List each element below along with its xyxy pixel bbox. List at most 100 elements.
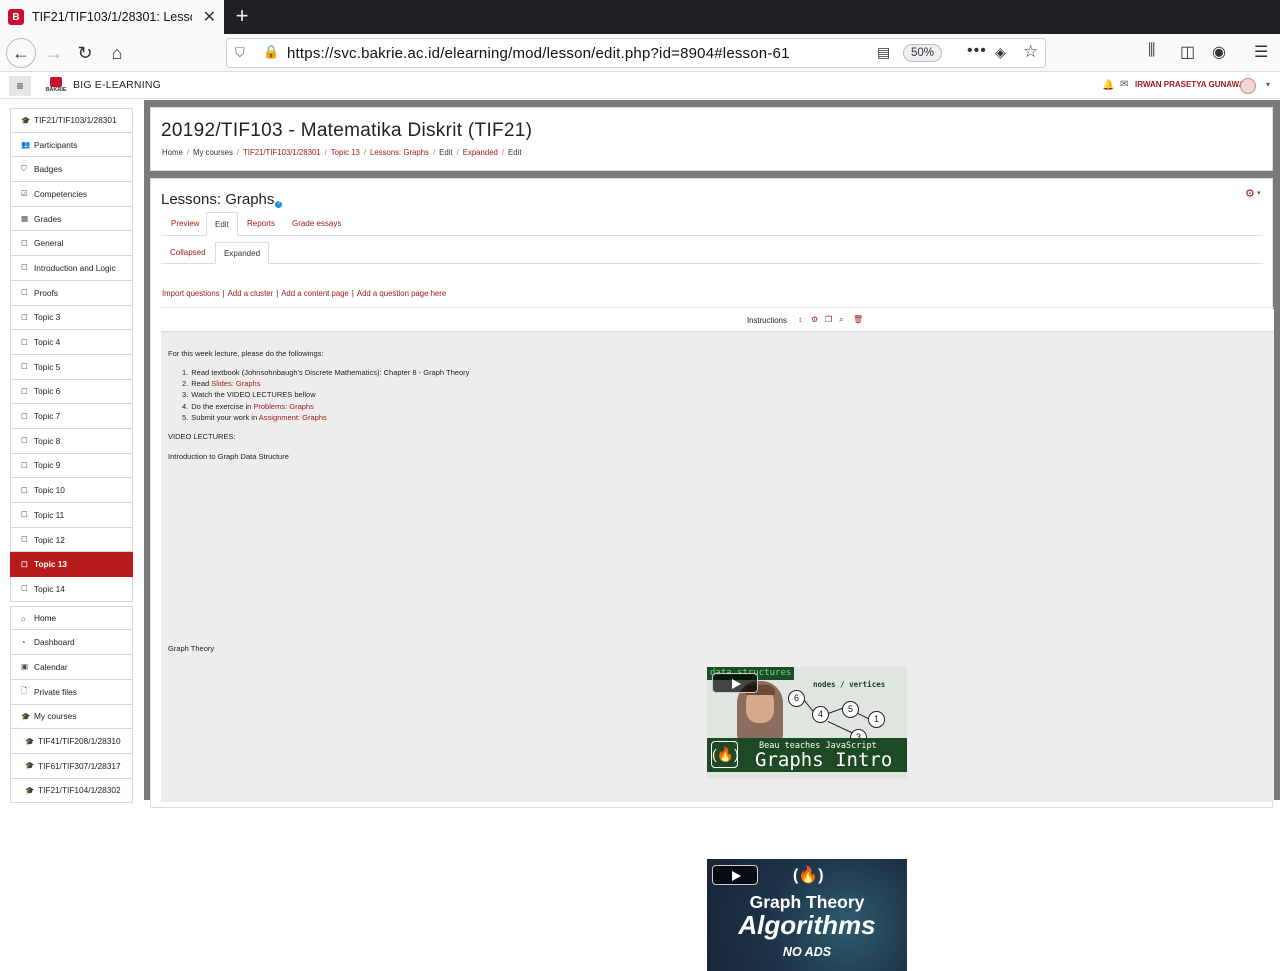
tab-grade-essays[interactable]: Grade essays — [284, 212, 349, 236]
lesson-card: Lessons: Graphs? ⚙ ▾ Preview Edit Report… — [150, 178, 1274, 971]
zoom-indicator[interactable]: 50% — [903, 44, 943, 62]
sidebar-item[interactable]: ☐ Topic 9 — [10, 453, 133, 479]
breadcrumb-item[interactable]: Edit — [508, 148, 521, 157]
forward-button[interactable]: → — [40, 39, 68, 67]
sidebar-item[interactable]: ☐ Introduction and Logic — [10, 256, 133, 281]
sidebar-item[interactable]: 🎓 TIF21/TIF103/1/28301 — [10, 108, 133, 133]
messages-icon[interactable]: ✉ — [1120, 79, 1128, 90]
sidebar-item[interactable]: ☐ Topic 3 — [10, 305, 133, 331]
sidebar-item[interactable]: ◔ Dashboard — [10, 630, 133, 656]
sidebar-item[interactable]: ☐ Topic 10 — [10, 478, 133, 503]
sidebar-item[interactable]: ☐ Topic 6 — [10, 379, 133, 405]
play-icon[interactable] — [712, 673, 758, 693]
add-content-page-link[interactable]: Add a content page — [281, 289, 349, 298]
sidebar-item[interactable]: 👥 Participants — [10, 132, 133, 158]
sidebar-item-label: Topic 4 — [34, 337, 61, 348]
sidebar-item[interactable]: ☐ Topic 7 — [10, 404, 133, 429]
sidebar-item-label: Topic 3 — [34, 312, 61, 323]
breadcrumb-item[interactable]: Home — [162, 148, 183, 157]
new-tab-icon[interactable]: + — [230, 4, 254, 28]
breadcrumb-item[interactable]: Lessons: Graphs — [370, 148, 429, 157]
sidebar-item[interactable]: ☐ Topic 12 — [10, 527, 133, 553]
sidebar-item[interactable]: ⌂ Home — [10, 605, 133, 631]
tab-edit[interactable]: Edit — [206, 212, 238, 236]
settings-icon[interactable]: ⚙ — [811, 315, 818, 324]
sidebar-item[interactable]: ☐ General — [10, 231, 133, 257]
sidebar-item[interactable]: 🗋 Private files — [10, 679, 133, 705]
sidebar-toggle-icon[interactable]: ◫ — [1180, 42, 1195, 62]
duplicate-icon[interactable]: ❐ — [825, 315, 832, 324]
account-icon[interactable]: ◉ — [1212, 42, 1226, 62]
delete-icon[interactable]: 🗑 — [853, 315, 863, 324]
notifications-icon[interactable]: 🔔 — [1102, 80, 1114, 91]
sidebar-item[interactable]: ☐ Topic 8 — [10, 428, 133, 454]
sidebar-item-label: Topic 8 — [34, 435, 61, 446]
breadcrumb-item[interactable]: TIF21/TIF103/1/28301 — [243, 148, 321, 157]
gear-icon[interactable]: ⚙ — [1245, 187, 1255, 200]
url-bar[interactable]: ⛉ 🔒 https://svc.bakrie.ac.id/elearning/m… — [226, 38, 1046, 68]
move-icon[interactable]: ↕ — [798, 315, 802, 324]
sidebar-item[interactable]: ☐ Topic 14 — [10, 577, 133, 602]
library-icon[interactable]: ⫼ — [1148, 42, 1155, 60]
breadcrumb-item[interactable]: Expanded — [463, 148, 498, 157]
pocket-icon[interactable]: ◈ — [995, 44, 1006, 61]
video-graph-theory-algorithms[interactable]: (🔥) Graph Theory Algorithms NO ADS — [707, 859, 907, 971]
menu-icon[interactable]: ☰ — [1254, 42, 1268, 62]
breadcrumb-item[interactable]: Edit — [439, 148, 452, 157]
preview-icon[interactable]: ⌕ — [839, 315, 843, 325]
sidebar-item[interactable]: ▣ Calendar — [10, 655, 133, 680]
page-title: 20192/TIF103 - Matematika Diskrit (TIF21… — [161, 120, 533, 141]
user-name[interactable]: IRWAN PRASETYA GUNAWAN — [1135, 80, 1250, 89]
list-item: 2. Read Slides: Graphs — [182, 379, 261, 389]
tab-expanded[interactable]: Expanded — [215, 242, 270, 264]
video-graphs-intro[interactable]: data structures nodes / vertices 6 4 5 1… — [707, 667, 907, 779]
sidebar-item[interactable]: ☑ Competencies — [10, 182, 133, 207]
back-button[interactable]: ← — [6, 38, 36, 68]
avatar[interactable] — [1240, 78, 1256, 94]
bookmark-star-icon[interactable]: ☆ — [1023, 42, 1038, 62]
import-questions-link[interactable]: Import questions — [162, 289, 220, 298]
reload-button[interactable]: ↻ — [71, 39, 99, 67]
sidebar-item[interactable]: 🎓 TIF41/TIF208/1/28310 — [10, 729, 133, 754]
sidebar-item[interactable]: 🎓 My courses — [10, 704, 133, 730]
tab-collapsed[interactable]: Collapsed — [162, 242, 214, 264]
breadcrumb-item[interactable]: My courses — [193, 148, 233, 157]
sidebar-item[interactable]: ☐ Topic 4 — [10, 330, 133, 355]
sidebar-item-label: TIF41/TIF208/1/28310 — [38, 736, 121, 747]
breadcrumb-item[interactable]: Topic 13 — [331, 148, 360, 157]
site-name[interactable]: BIG E-LEARNING — [73, 79, 161, 91]
tab-reports[interactable]: Reports — [239, 212, 283, 236]
drawer-toggle-icon[interactable]: ≡ — [9, 76, 31, 96]
add-question-page-link[interactable]: Add a question page here — [357, 289, 446, 298]
close-tab-icon[interactable]: ✕ — [203, 7, 216, 27]
sidebar-item-label: General — [34, 238, 64, 249]
home-button[interactable]: ⌂ — [103, 39, 131, 67]
sidebar-item-label: Private files — [34, 686, 77, 697]
sidebar-item[interactable]: ⛉ Badges — [10, 157, 133, 183]
tab-preview[interactable]: Preview — [163, 212, 207, 236]
chevron-down-icon[interactable]: ▾ — [1266, 80, 1270, 89]
tracking-shield-icon[interactable]: ⛉ — [235, 45, 249, 61]
browser-tab[interactable]: B TIF21/TIF103/1/28301: Lesson ✕ — [0, 0, 224, 34]
add-cluster-link[interactable]: Add a cluster — [228, 289, 274, 298]
chevron-down-icon[interactable]: ▾ — [1257, 189, 1261, 197]
url-text[interactable]: https://svc.bakrie.ac.id/elearning/mod/l… — [287, 45, 790, 62]
more-actions-icon[interactable]: ••• — [967, 42, 987, 60]
sidebar-item[interactable]: ☐ Proofs — [10, 280, 133, 306]
sidebar-item[interactable]: ☐ Topic 11 — [10, 503, 133, 528]
play-icon[interactable] — [712, 865, 758, 885]
sidebar-item[interactable]: 🎓 TIF61/TIF307/1/28317 — [10, 753, 133, 779]
lock-icon[interactable]: 🔒 — [263, 44, 279, 60]
resource-link[interactable]: Problems: Graphs — [253, 402, 313, 411]
help-icon[interactable]: ? — [275, 201, 283, 208]
file-icon: 🗋 — [21, 686, 28, 696]
resource-link[interactable]: Slides: Graphs — [211, 379, 260, 388]
sidebar-item[interactable]: ☐ Topic 5 — [10, 354, 133, 380]
reader-view-icon[interactable]: ▤ — [877, 44, 890, 61]
sidebar-item[interactable]: ▦ Grades — [10, 206, 133, 232]
video-heading: VIDEO LECTURES: — [168, 432, 236, 441]
sidebar-item[interactable]: ☐ Topic 13 — [10, 552, 133, 578]
video-nodes-label: nodes / vertices — [813, 680, 886, 689]
resource-link[interactable]: Assignment: Graphs — [259, 413, 327, 422]
site-logo[interactable]: BAKRIE — [44, 77, 68, 95]
